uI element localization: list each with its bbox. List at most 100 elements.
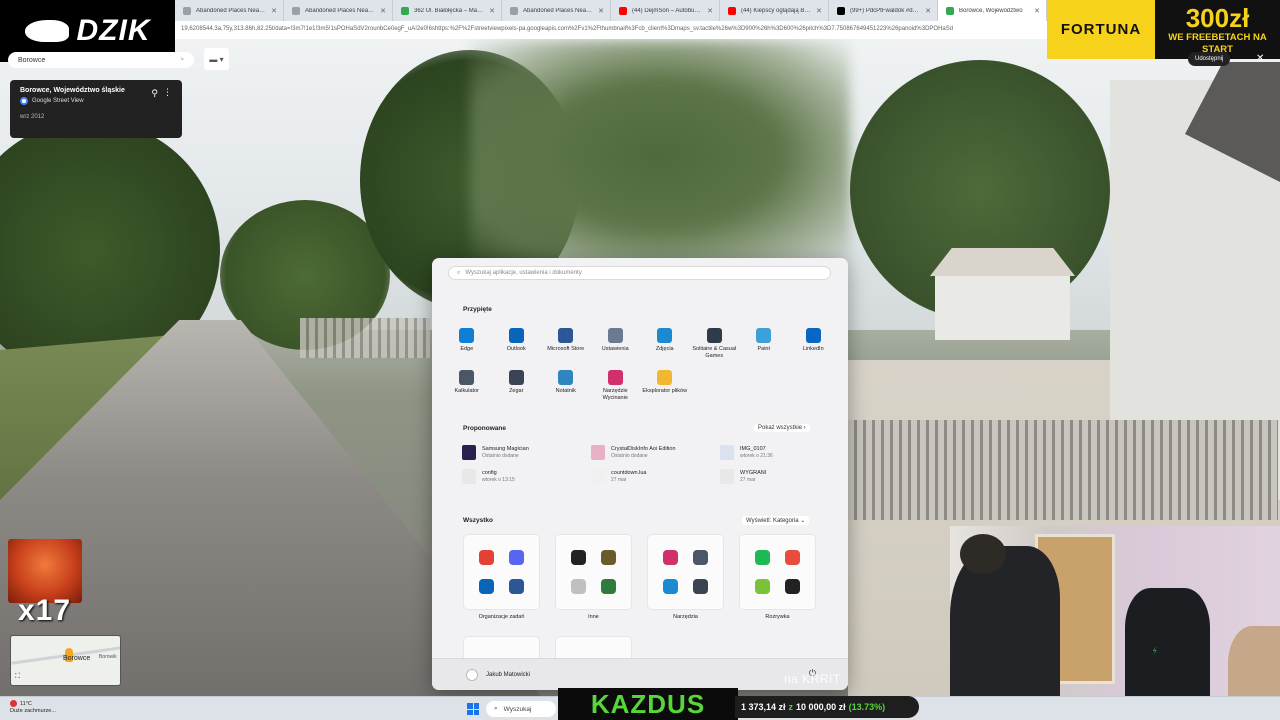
recommended-item[interactable]: Samsung Magician Ostatnio dodane (462, 445, 591, 460)
pinned-app[interactable]: Ustawienia (591, 328, 641, 360)
app-icon[interactable] (571, 550, 587, 565)
app-category[interactable]: Rozrywka (739, 534, 816, 620)
recommended-sub: wtorek o 13:15 (482, 477, 515, 483)
file-icon (591, 469, 605, 484)
all-apps-title: Wszystko (463, 517, 493, 524)
layers-button[interactable]: ▬ ▾ (204, 48, 229, 70)
browser-tab[interactable]: (44) Kiepscy oglądają Braci z G ✕ (720, 0, 829, 21)
category-folder[interactable] (555, 534, 632, 610)
app-icon[interactable] (508, 579, 524, 594)
favicon-icon (510, 6, 518, 15)
pinned-app[interactable]: Kalkulator (442, 370, 492, 402)
start-search-input[interactable]: ⌕ Wyszukaj aplikacje, ustawienia i dokum… (448, 266, 831, 280)
app-icon[interactable] (600, 550, 616, 565)
pinned-app[interactable]: Zdjęcia (640, 328, 690, 360)
browser-tab[interactable]: Abandoned Places Near Me - L ✕ (502, 0, 611, 21)
pinned-app-label: Kalkulator (454, 388, 479, 394)
browser-tab[interactable]: Abandoned Places Near Me - L ✕ (175, 0, 284, 21)
app-icon[interactable] (784, 579, 800, 594)
recommended-sub: Ostatnio dodane (611, 453, 648, 459)
browser-tab[interactable]: Borowce, Województwo ✕ (938, 0, 1047, 21)
browser-tab[interactable]: Abandoned Places Near Me - L ✕ (284, 0, 393, 21)
tab-close-icon[interactable]: ✕ (271, 7, 277, 15)
recommended-item[interactable]: countdown.lua 27 mar (591, 469, 720, 484)
user-avatar-icon[interactable] (466, 669, 478, 681)
recommended-item[interactable]: config wtorek o 13:15 (462, 469, 591, 484)
recommended-list: Samsung Magician Ostatnio dodane CrystalDi… (462, 445, 832, 484)
app-icon[interactable] (692, 550, 708, 565)
view-category-link[interactable]: Wyświetl: Kategoria ⌄ (742, 516, 810, 525)
app-icon[interactable] (600, 579, 616, 594)
pinned-app[interactable]: Notatnik (541, 370, 591, 402)
streetview-close-icon[interactable]: ✕ (1256, 53, 1264, 64)
tab-close-icon[interactable]: ✕ (380, 7, 386, 15)
app-icon[interactable] (571, 579, 587, 594)
app-category[interactable]: Organizacje zadań (463, 534, 540, 620)
browser-tab[interactable]: (44) DejmSon – Autobus w pa ✕ (611, 0, 720, 21)
streamer-head (960, 534, 1006, 574)
dzik-brand-text: DZIK (76, 14, 151, 47)
browser-tab[interactable]: (99+) PdcPtFwaldok #dobrog ✕ (829, 0, 938, 21)
recommended-item[interactable]: CrystalDiskInfo Aoi Edition Ostatnio doda… (591, 445, 720, 460)
recommended-text: WYGRANI 27 mar (740, 470, 766, 483)
app-icon[interactable] (479, 550, 495, 565)
browser-tab[interactable]: 362 Ul. Białołęcka – Mapy Goog ✕ (393, 0, 502, 21)
recommended-title: Proponowane (463, 425, 506, 432)
pinned-app[interactable]: LinkedIn (789, 328, 839, 360)
tab-close-icon[interactable]: ✕ (598, 7, 604, 15)
pinned-app[interactable]: Eksplorator plików (640, 370, 690, 402)
windows-start-icon[interactable] (467, 703, 479, 715)
place-info-card: Borowce, Województwo śląskie Google Stre… (10, 80, 182, 138)
tab-close-icon[interactable]: ✕ (1034, 7, 1040, 15)
user-name[interactable]: Jakub Matowicki (486, 672, 530, 678)
expand-icon[interactable]: ⛶ (15, 673, 25, 683)
place-source: Google Street View (20, 97, 172, 105)
address-bar[interactable]: 19,6208544,3a,75y,313.86h,82.25t/data=!3… (175, 21, 1047, 39)
streamer (950, 534, 1060, 720)
app-icon[interactable] (508, 550, 524, 565)
more-options-icon[interactable]: ⋮ (163, 87, 172, 98)
tab-close-icon[interactable]: ✕ (816, 7, 822, 15)
app-icon[interactable] (663, 550, 679, 565)
pinned-app-label: Microsoft Store (547, 346, 585, 352)
weather-widget[interactable]: 11°C Duże zachmurze... (10, 700, 56, 715)
settings-icon (607, 328, 623, 343)
category-folder[interactable] (647, 534, 724, 610)
category-label: Narzędzia (673, 614, 698, 620)
app-icon[interactable] (755, 579, 771, 594)
pinned-app[interactable]: Edge (442, 328, 492, 360)
category-folder[interactable] (739, 534, 816, 610)
tab-close-icon[interactable]: ✕ (707, 7, 713, 15)
pinned-app[interactable]: Paint (739, 328, 789, 360)
search-icon: ⌕ (494, 705, 498, 712)
recommended-item[interactable]: WYGRANI 27 mar (720, 469, 848, 484)
recommended-sub: wtorek o 21:36 (740, 453, 773, 459)
pinned-app[interactable]: Outlook (492, 328, 542, 360)
show-all-link[interactable]: Pokaż wszystkie › (754, 424, 810, 432)
tab-close-icon[interactable]: ✕ (925, 7, 931, 15)
close-icon[interactable]: ✕ (175, 54, 185, 68)
place-date[interactable]: wrz 2012 (20, 114, 172, 120)
app-icon[interactable] (479, 579, 495, 594)
app-icon[interactable] (663, 579, 679, 594)
taskbar-search[interactable]: ⌕ Wyszukaj (486, 701, 556, 717)
category-folder[interactable] (463, 534, 540, 610)
pinned-app[interactable]: Microsoft Store (541, 328, 591, 360)
app-category[interactable]: Narzędzia (647, 534, 724, 620)
recommended-item[interactable]: IMG_0107 wtorek o 21:36 (720, 445, 848, 460)
solitaire-icon (706, 328, 722, 343)
app-icon[interactable] (692, 579, 708, 594)
app-icon[interactable] (755, 550, 771, 565)
tab-close-icon[interactable]: ✕ (489, 7, 495, 15)
location-pin-icon[interactable]: ⚲ (151, 88, 158, 99)
minimap[interactable]: Borowce Borowik ⛶ (10, 635, 121, 686)
pinned-app[interactable]: Zegar (492, 370, 542, 402)
app-category[interactable]: Inne (555, 534, 632, 620)
pinned-app[interactable]: Narzędzie Wycinanie (591, 370, 641, 402)
place-title: Borowce, Województwo śląskie (20, 87, 125, 94)
share-button[interactable]: Udostępnij (1188, 52, 1231, 66)
pinned-app-label: Outlook (506, 346, 526, 352)
app-icon[interactable] (784, 550, 800, 565)
maps-search-input[interactable]: Borowce ⌕ (8, 52, 194, 68)
pinned-app[interactable]: Solitaire & Casual Games (690, 328, 740, 360)
